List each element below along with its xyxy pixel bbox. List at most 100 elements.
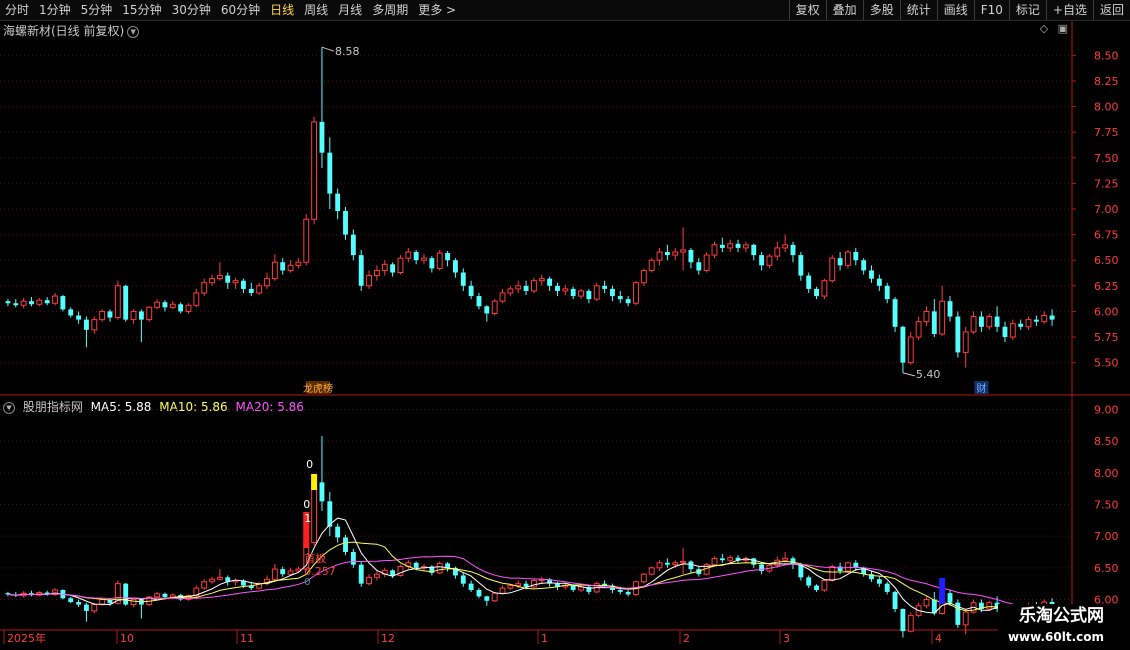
ind-candle-up — [154, 593, 161, 598]
main-candle-down — [390, 264, 396, 273]
main-candle-up — [287, 264, 294, 271]
main-y-tick-label: 8.00 — [1094, 101, 1119, 114]
main-candle-up — [99, 310, 106, 321]
ind-y-tick-label: 9.00 — [1094, 404, 1119, 417]
main-candle-down — [76, 315, 82, 320]
main-candle-up — [303, 218, 310, 263]
main-candle-down — [570, 288, 576, 297]
ind-candle-down — [625, 591, 631, 595]
ind-candle-down — [280, 569, 286, 575]
main-candle-down — [5, 301, 11, 304]
ind-candle-up — [829, 566, 836, 581]
main-candle-up — [923, 310, 930, 323]
ind-candle-up — [672, 562, 679, 566]
low-price-label: 5.40 — [916, 368, 941, 381]
ind-candle-down — [358, 564, 364, 584]
ind-candle-up — [287, 570, 294, 575]
ind-candle-down — [664, 562, 670, 565]
ind-candle-down — [570, 585, 576, 590]
main-candle-up — [130, 310, 137, 321]
watermark-title: 乐淘公式网 — [1019, 606, 1104, 626]
main-candle-up — [271, 261, 278, 280]
ind-candle-down — [83, 604, 89, 611]
ind-candle-down — [390, 570, 396, 576]
ind-candle-up — [491, 592, 498, 602]
annotation-zero: 0 — [306, 458, 313, 471]
ind-y-tick-label: 6.50 — [1094, 562, 1119, 575]
ind-candle-up — [711, 557, 718, 566]
high-marker-arrow — [321, 46, 335, 52]
main-candle-up — [185, 304, 192, 312]
ind-candle-up — [397, 566, 404, 576]
annotation-one: 1 — [304, 512, 311, 525]
ind-candle-up — [311, 481, 318, 544]
main-candle-up — [680, 249, 687, 253]
main-candle-up — [845, 251, 851, 266]
main-candle-down — [138, 311, 144, 320]
main-candle-down — [44, 300, 50, 304]
main-candle-up — [232, 280, 239, 284]
ind-candle-up — [782, 557, 789, 561]
signal-block-yellow — [311, 474, 318, 490]
main-y-tick-label: 6.25 — [1094, 280, 1119, 293]
ind-candle-up — [640, 573, 647, 583]
ind-y-tick-label: 7.50 — [1094, 499, 1119, 512]
main-candle-down — [1049, 315, 1055, 320]
kline-chart[interactable]: 8.50 8.25 8.00 7.75 7.50 7.25 7.00 6.75 6.50 6.25… — [0, 0, 1130, 650]
ind-candle-down — [688, 561, 694, 570]
ind-candle-down — [476, 590, 482, 597]
main-candle-down — [869, 270, 874, 279]
ind-candle-down — [484, 596, 490, 601]
main-candle-up — [593, 285, 600, 300]
main-candle-up — [405, 251, 412, 259]
main-candle-down — [343, 211, 348, 235]
main-candle-down — [1018, 323, 1024, 327]
main-candle-down — [798, 255, 804, 276]
ind-candle-down — [335, 526, 341, 538]
main-y-tick-label: 8.50 — [1094, 49, 1119, 62]
time-axis-label: 12 — [381, 632, 395, 645]
time-axis-label: 11 — [240, 632, 254, 645]
main-candle-up — [821, 280, 828, 297]
ind-candle-up — [923, 599, 930, 607]
main-candle-up — [201, 282, 208, 294]
ind-candle-up — [436, 562, 443, 574]
ind-candle-up — [648, 567, 655, 575]
ind-candle-up — [201, 581, 208, 589]
main-candle-down — [358, 255, 364, 286]
ind-candle-up — [209, 578, 215, 583]
main-candle-down — [248, 288, 254, 293]
main-y-tick-label: 8.25 — [1094, 75, 1119, 88]
main-candle-down — [892, 299, 898, 327]
main-candle-down — [609, 288, 615, 297]
ind-candle-up — [130, 599, 137, 606]
main-candle-down — [617, 296, 623, 300]
main-candle-down — [335, 193, 341, 212]
ind-y-tick-label: 7.00 — [1094, 530, 1119, 543]
main-candle-up — [311, 121, 318, 220]
main-candle-up — [782, 244, 789, 249]
main-candle-down — [1002, 326, 1008, 338]
main-candle-up — [633, 282, 639, 304]
ind-candle-up — [373, 573, 380, 578]
main-candle-up — [499, 292, 506, 302]
main-candle-down — [460, 272, 466, 286]
main-candle-up — [939, 300, 946, 335]
main-candle-down — [83, 319, 89, 330]
main-candle-down — [1033, 319, 1039, 322]
main-candle-up — [169, 303, 176, 308]
main-candle-down — [806, 275, 812, 289]
ind-candle-up — [962, 611, 969, 626]
main-candle-down — [994, 316, 1000, 327]
ind-candle-up — [499, 587, 506, 594]
main-candle-up — [397, 257, 404, 274]
main-candle-up — [766, 255, 773, 266]
main-candle-down — [861, 260, 867, 271]
high-price-label: 8.58 — [335, 45, 360, 58]
ind-candle-up — [366, 576, 372, 585]
main-candle-down — [476, 296, 482, 307]
main-candle-down — [688, 249, 694, 263]
watermark-url: www.60lt.com — [1007, 630, 1104, 644]
main-candle-down — [947, 301, 953, 317]
main-candle-up — [538, 278, 545, 282]
